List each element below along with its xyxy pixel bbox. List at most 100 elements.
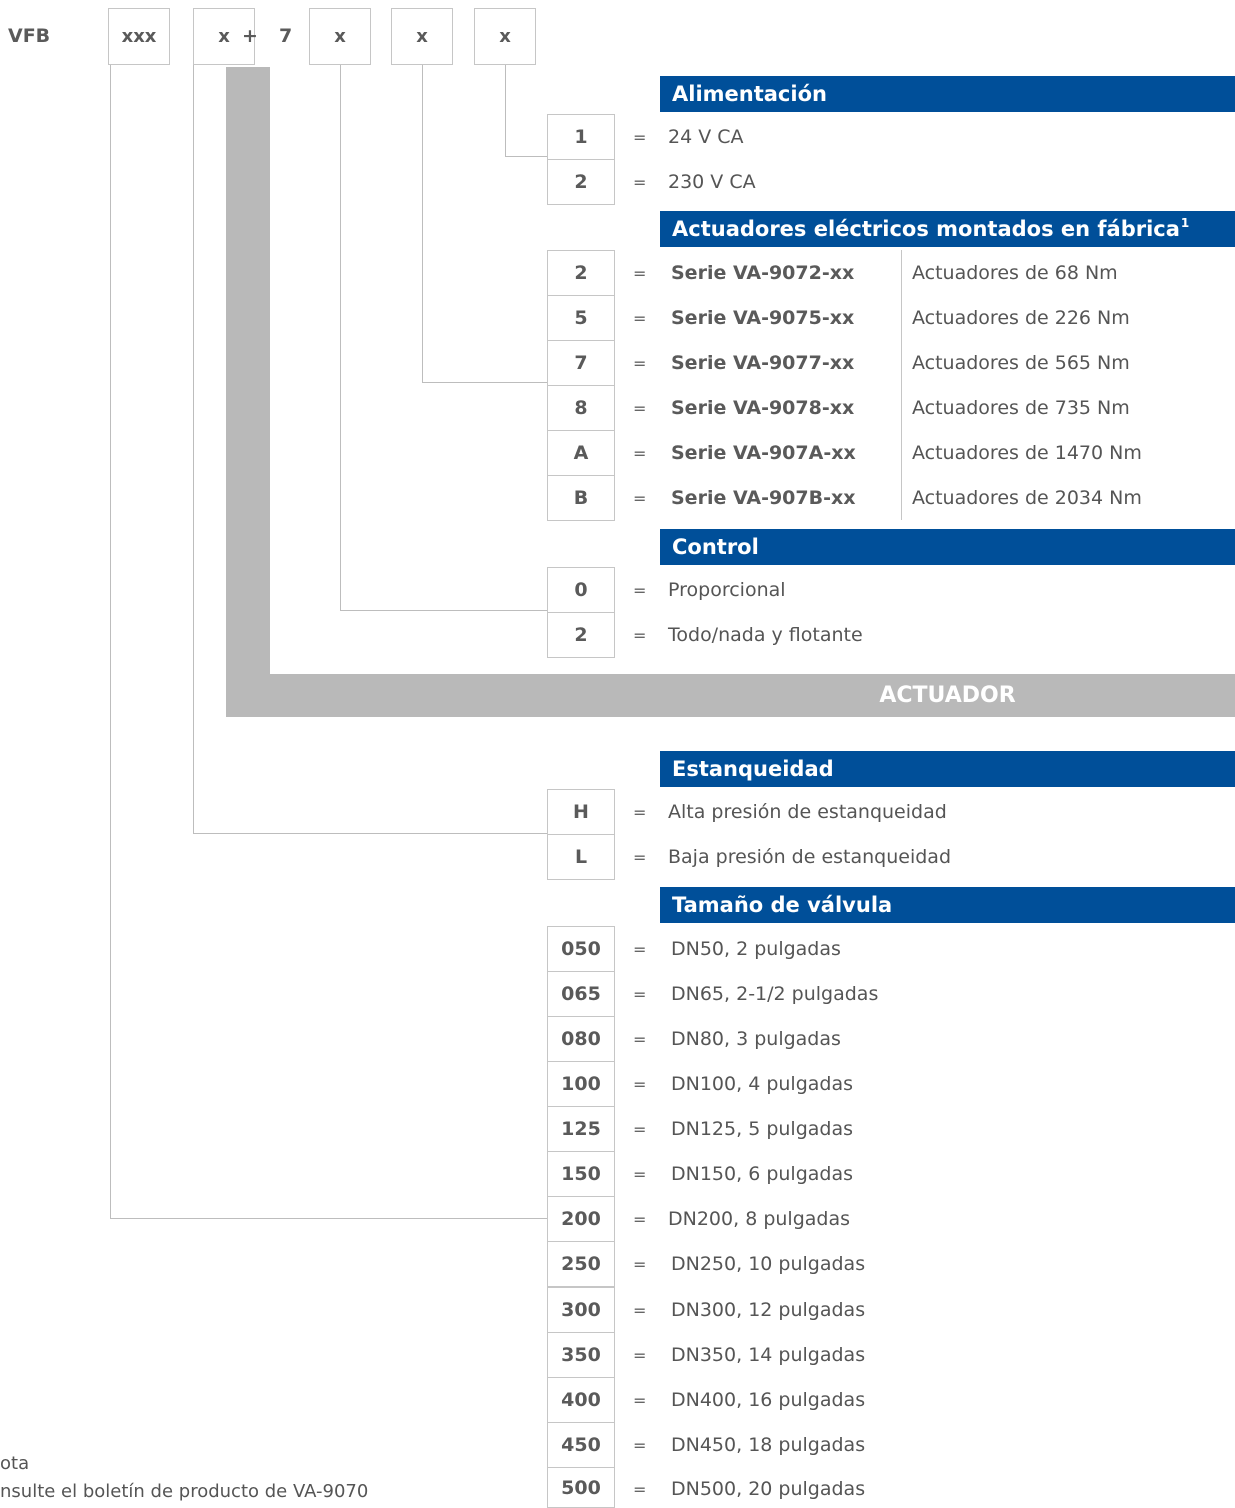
size-desc: DN65, 2-1/2 pulgadas bbox=[671, 983, 879, 1005]
actuador-banner: ACTUADOR bbox=[879, 683, 1016, 708]
control-code-0: 0 bbox=[547, 567, 615, 613]
equals: = bbox=[633, 1255, 647, 1274]
connector-control-v bbox=[340, 65, 341, 611]
equals: = bbox=[633, 1030, 647, 1049]
size-code: 350 bbox=[547, 1332, 615, 1378]
equals: = bbox=[633, 1436, 647, 1455]
equals: = bbox=[633, 1120, 647, 1139]
equals: = bbox=[633, 1301, 647, 1320]
seal-code-l: L bbox=[547, 834, 615, 880]
code-seven: 7 bbox=[279, 25, 293, 47]
equals: = bbox=[633, 264, 647, 283]
size-desc: DN300, 12 pulgadas bbox=[671, 1299, 866, 1321]
actuator-desc: Actuadores de 565 Nm bbox=[912, 352, 1130, 374]
connector-power-v bbox=[505, 65, 506, 157]
actuator-series: Serie VA-907A-xx bbox=[671, 442, 856, 464]
actuator-series: Serie VA-9072-xx bbox=[671, 262, 855, 284]
size-code: 400 bbox=[547, 1377, 615, 1423]
header-alimentacion-label: Alimentación bbox=[672, 82, 827, 106]
equals: = bbox=[633, 1391, 647, 1410]
control-desc: Todo/nada y flotante bbox=[668, 624, 863, 646]
control-code-2: 2 bbox=[547, 612, 615, 658]
seal-desc: Baja presión de estanqueidad bbox=[668, 846, 952, 868]
size-code: 300 bbox=[547, 1287, 615, 1333]
code-box-size: xxx bbox=[108, 8, 170, 65]
header-actuadores: Actuadores eléctricos montados en fábric… bbox=[660, 211, 1235, 247]
equals: = bbox=[633, 309, 647, 328]
header-alimentacion: Alimentación bbox=[660, 76, 1235, 112]
power-desc-2: 230 V CA bbox=[668, 171, 756, 193]
code-plus: + bbox=[242, 25, 258, 47]
code-box-control: x bbox=[309, 8, 371, 65]
size-code: 500 bbox=[547, 1467, 615, 1508]
equals: = bbox=[633, 626, 647, 645]
code-box-actuator: x bbox=[391, 8, 453, 65]
equals: = bbox=[633, 1480, 647, 1499]
size-desc: DN80, 3 pulgadas bbox=[671, 1028, 841, 1050]
control-desc: Proporcional bbox=[668, 579, 786, 601]
power-desc-1: 24 V CA bbox=[668, 126, 744, 148]
equals: = bbox=[633, 444, 647, 463]
actuator-desc: Actuadores de 68 Nm bbox=[912, 262, 1118, 284]
connector-size-v bbox=[110, 65, 111, 1219]
seal-code-h: H bbox=[547, 789, 615, 835]
connector-size-h bbox=[110, 1218, 547, 1219]
actuator-code-2: 2 bbox=[547, 250, 615, 296]
seal-desc: Alta presión de estanqueidad bbox=[668, 801, 947, 823]
header-estanqueidad: Estanqueidad bbox=[660, 751, 1235, 787]
actuator-divider bbox=[901, 250, 902, 520]
size-desc: DN400, 16 pulgadas bbox=[671, 1389, 866, 1411]
size-desc: DN450, 18 pulgadas bbox=[671, 1434, 866, 1456]
size-code: 150 bbox=[547, 1151, 615, 1197]
header-tamano-label: Tamaño de válvula bbox=[672, 893, 893, 917]
header-control: Control bbox=[660, 529, 1235, 565]
actuator-desc: Actuadores de 735 Nm bbox=[912, 397, 1130, 419]
size-desc: DN100, 4 pulgadas bbox=[671, 1073, 854, 1095]
size-desc: DN200, 8 pulgadas bbox=[668, 1208, 851, 1230]
connector-seal-v bbox=[193, 65, 194, 834]
size-desc: DN350, 14 pulgadas bbox=[671, 1344, 866, 1366]
actuator-code-b: B bbox=[547, 475, 615, 521]
header-estanqueidad-label: Estanqueidad bbox=[672, 757, 834, 781]
actuator-code-7: 7 bbox=[547, 340, 615, 386]
size-desc: DN125, 5 pulgadas bbox=[671, 1118, 854, 1140]
equals: = bbox=[633, 985, 647, 1004]
actuator-series: Serie VA-907B-xx bbox=[671, 487, 856, 509]
connector-control-h bbox=[340, 610, 547, 611]
size-code: 125 bbox=[547, 1106, 615, 1152]
equals: = bbox=[633, 489, 647, 508]
header-tamano: Tamaño de válvula bbox=[660, 887, 1235, 923]
header-actuadores-label: Actuadores eléctricos montados en fábric… bbox=[672, 217, 1180, 241]
equals: = bbox=[633, 128, 647, 147]
equals: = bbox=[633, 940, 647, 959]
size-code: 080 bbox=[547, 1016, 615, 1062]
actuator-code-a: A bbox=[547, 430, 615, 476]
equals: = bbox=[633, 354, 647, 373]
note-title: ota bbox=[0, 1453, 30, 1474]
size-code: 450 bbox=[547, 1422, 615, 1468]
size-desc: DN500, 20 pulgadas bbox=[671, 1478, 866, 1500]
actuator-series: Serie VA-9078-xx bbox=[671, 397, 855, 419]
actuator-desc: Actuadores de 226 Nm bbox=[912, 307, 1130, 329]
size-code: 100 bbox=[547, 1061, 615, 1107]
size-code: 250 bbox=[547, 1241, 615, 1287]
connector-seal-h bbox=[193, 833, 547, 834]
actuator-series: Serie VA-9075-xx bbox=[671, 307, 855, 329]
actuator-code-5: 5 bbox=[547, 295, 615, 341]
actuator-desc: Actuadores de 2034 Nm bbox=[912, 487, 1142, 509]
equals: = bbox=[633, 581, 647, 600]
header-control-label: Control bbox=[672, 535, 759, 559]
size-desc: DN150, 6 pulgadas bbox=[671, 1163, 854, 1185]
equals: = bbox=[633, 1210, 647, 1229]
code-prefix: VFB bbox=[8, 25, 51, 47]
equals: = bbox=[633, 803, 647, 822]
connector-actuator-h bbox=[422, 382, 547, 383]
equals: = bbox=[633, 1346, 647, 1365]
note-text: nsulte el boletín de producto de VA-9070 bbox=[0, 1481, 369, 1502]
equals: = bbox=[633, 1075, 647, 1094]
size-desc: DN50, 2 pulgadas bbox=[671, 938, 841, 960]
equals: = bbox=[633, 848, 647, 867]
actuator-series: Serie VA-9077-xx bbox=[671, 352, 855, 374]
size-code: 065 bbox=[547, 971, 615, 1017]
size-code: 200 bbox=[547, 1196, 615, 1242]
